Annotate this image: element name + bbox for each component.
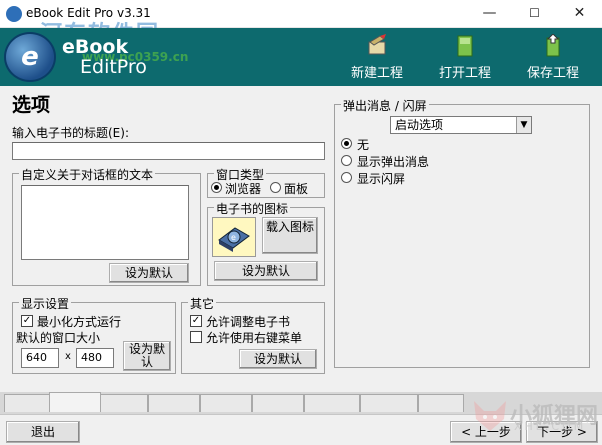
allow-resize-checkbox[interactable]: ✓ [190, 315, 202, 327]
title-bar: eBook Edit Pro v3.31 河东软件园 — ☐ ✕ [0, 0, 602, 47]
fox-logo-icon [474, 401, 506, 431]
display-settings-title: 显示设置 [19, 295, 72, 312]
allow-right-menu-label: 允许使用右键菜单 [206, 331, 303, 345]
minimize-run-label: 最小化方式运行 [37, 315, 122, 329]
svg-text:e: e [231, 233, 236, 242]
ebook-icon-group: 电子书的图标 e 载入图标 设为默认 [207, 200, 325, 286]
show-splash-radio[interactable] [341, 172, 352, 183]
step-tab[interactable] [304, 394, 360, 412]
toolbar: e eBook www.pc0359.cn EditPro 新建工程 打开工程 … [0, 28, 602, 86]
new-project-icon [368, 34, 386, 55]
show-splash-label: 显示闪屏 [357, 172, 406, 186]
about-text-area[interactable] [21, 185, 189, 260]
step-tab[interactable] [418, 394, 464, 412]
about-text-group-title: 自定义关于对话框的文本 [19, 166, 156, 183]
other-settings-group: 其它 ✓ 允许调整电子书 允许使用右键菜单 设为默认 [181, 295, 325, 374]
step-tab[interactable] [252, 394, 304, 412]
ebook-icon-title: 电子书的图标 [214, 200, 291, 217]
other-settings-title: 其它 [188, 295, 217, 312]
ebook-icon-preview: e [212, 217, 256, 257]
close-button[interactable]: ✕ [557, 0, 602, 28]
step-tab[interactable] [148, 394, 200, 412]
display-reset-button[interactable]: 设为默认 [123, 341, 171, 371]
ebook-book-icon: e [218, 227, 250, 252]
window-height-input[interactable]: 480 [76, 348, 114, 368]
browser-radio-label: 浏览器 [225, 182, 262, 196]
logo-text-editpro: EditPro [80, 56, 147, 78]
exit-button[interactable]: 退出 [6, 421, 80, 443]
popup-none-label: 无 [357, 138, 370, 152]
show-popup-label: 显示弹出消息 [357, 155, 430, 169]
load-icon-button[interactable]: 载入图标 [262, 217, 318, 254]
ebook-title-input[interactable] [12, 142, 325, 160]
fox-watermark-sub: XHL.COM [514, 420, 587, 433]
window-type-group: 窗口类型 浏览器 面板 [207, 166, 325, 198]
allow-resize-label: 允许调整电子书 [206, 315, 291, 329]
about-text-group: 自定义关于对话框的文本 设为默认 [12, 166, 201, 286]
show-popup-radio[interactable] [341, 155, 352, 166]
icon-reset-button[interactable]: 设为默认 [214, 261, 318, 281]
step-tab[interactable] [100, 394, 148, 412]
maximize-button[interactable]: ☐ [512, 0, 557, 28]
about-reset-button[interactable]: 设为默认 [109, 263, 189, 283]
ebook-logo-icon: e [4, 32, 56, 82]
page-title: 选项 [12, 94, 51, 116]
size-times-label: x [65, 351, 71, 362]
open-project-button[interactable]: 打开工程 [432, 32, 498, 82]
window-size-label: 默认的窗口大小 [16, 331, 101, 345]
save-project-button[interactable]: 保存工程 [520, 32, 586, 82]
startup-option-dropdown[interactable]: 启动选项 ▼ [390, 116, 532, 134]
minimize-button[interactable]: — [467, 0, 512, 28]
other-reset-button[interactable]: 设为默认 [239, 349, 317, 369]
allow-right-menu-checkbox[interactable] [190, 331, 202, 343]
popup-splash-group: 弹出消息 / 闪屏 启动选项 ▼ 无 显示弹出消息 显示闪屏 [334, 97, 590, 368]
app-icon [6, 6, 22, 22]
minimize-run-checkbox[interactable]: ✓ [21, 315, 33, 327]
panel-radio[interactable] [270, 182, 281, 193]
new-project-button[interactable]: 新建工程 [344, 32, 410, 82]
popup-none-radio[interactable] [341, 138, 352, 149]
save-project-icon [546, 34, 560, 57]
display-settings-group: 显示设置 ✓ 最小化方式运行 默认的窗口大小 640 x 480 设为默认 [12, 295, 176, 374]
open-project-icon [457, 35, 473, 57]
chevron-down-icon[interactable]: ▼ [516, 117, 531, 133]
step-tab[interactable] [360, 394, 418, 412]
browser-radio[interactable] [211, 182, 222, 193]
popup-splash-title: 弹出消息 / 闪屏 [341, 97, 429, 114]
step-tab-active[interactable] [49, 392, 101, 412]
window-width-input[interactable]: 640 [21, 348, 59, 368]
step-tab[interactable] [4, 394, 50, 412]
panel-radio-label: 面板 [284, 182, 309, 196]
options-panel: 选项 输入电子书的标题(E): 自定义关于对话框的文本 设为默认 窗口类型 浏览… [0, 86, 602, 420]
ebook-title-label: 输入电子书的标题(E): [12, 126, 129, 140]
step-tab[interactable] [200, 394, 252, 412]
